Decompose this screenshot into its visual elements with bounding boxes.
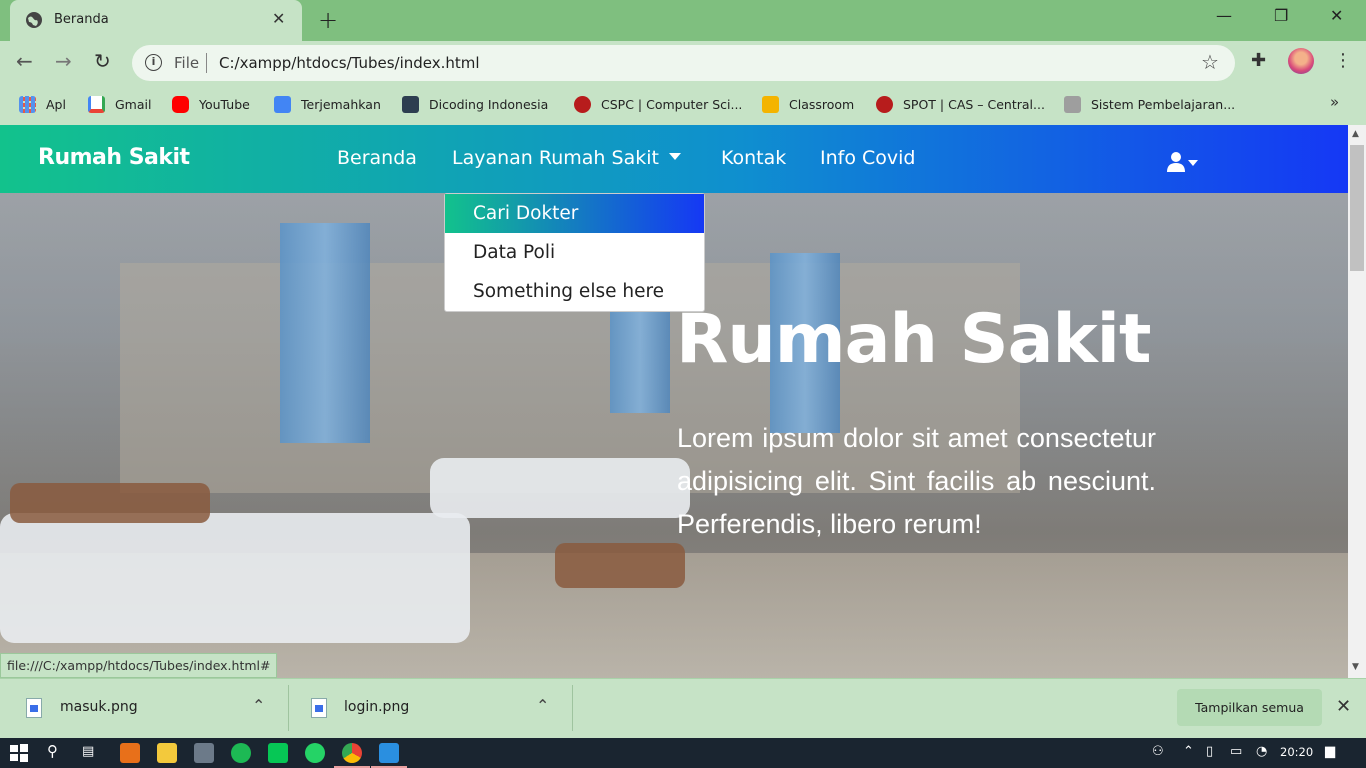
chevron-up-icon[interactable]: ⌃ <box>536 696 549 715</box>
window-close-icon[interactable]: ✕ <box>1330 6 1343 25</box>
people-icon[interactable]: ⚇ <box>1152 744 1164 759</box>
user-dropdown-icon[interactable] <box>1166 151 1200 173</box>
page-scrollbar[interactable]: ▲ ▼ <box>1348 125 1366 678</box>
bookmark-gmail[interactable]: Gmail <box>88 94 151 114</box>
hero-bed-panel <box>555 543 685 588</box>
bookmark-cspc[interactable]: CSPC | Computer Sci... <box>574 94 742 114</box>
whatsapp-icon[interactable] <box>305 743 325 763</box>
sublime-text-icon[interactable] <box>120 743 140 763</box>
extensions-icon[interactable]: ✚ <box>1251 50 1266 71</box>
scroll-down-icon[interactable]: ▼ <box>1352 662 1359 672</box>
link-status-bubble: file:///C:/xampp/htdocs/Tubes/index.html… <box>0 653 278 678</box>
nav-kontak[interactable]: Kontak <box>721 147 786 169</box>
bookmark-dicoding[interactable]: Dicoding Indonesia <box>402 94 548 114</box>
bookmark-classroom[interactable]: Classroom <box>762 94 854 114</box>
lms-icon <box>1064 95 1081 113</box>
nav-layanan-label: Layanan Rumah Sakit <box>452 147 659 169</box>
file-explorer-icon[interactable] <box>157 743 177 763</box>
bookmark-sistem-pembelajaran[interactable]: Sistem Pembelajaran... <box>1064 94 1235 114</box>
scroll-up-icon[interactable]: ▲ <box>1352 129 1359 139</box>
tab-title: Beranda <box>54 12 109 27</box>
bookmark-spot[interactable]: SPOT | CAS – Central... <box>876 94 1045 114</box>
hero-curtain <box>280 223 370 443</box>
site-brand[interactable]: Rumah Sakit <box>38 145 190 170</box>
bookmarks-bar: Apl Gmail YouTube Terjemahkan Dicoding I… <box>0 85 1366 125</box>
search-icon[interactable]: ⚲ <box>47 742 58 760</box>
back-icon[interactable]: ← <box>16 49 33 73</box>
youtube-icon <box>172 95 189 113</box>
close-shelf-icon[interactable]: ✕ <box>1336 696 1351 717</box>
device-icon[interactable]: ▯ <box>1206 744 1213 759</box>
url-divider <box>206 53 207 73</box>
line-icon[interactable] <box>268 743 288 763</box>
classroom-icon <box>762 95 779 113</box>
hero-bed <box>430 458 690 518</box>
battery-icon[interactable]: ▭ <box>1230 744 1242 759</box>
bookmark-terjemahkan[interactable]: Terjemahkan <box>274 94 381 114</box>
hero-description: Lorem ipsum dolor sit amet consectetur a… <box>677 423 1156 539</box>
bookmark-youtube[interactable]: YouTube <box>172 94 250 114</box>
telkom-icon <box>574 95 591 113</box>
tab-close-icon[interactable]: ✕ <box>272 9 285 28</box>
clock[interactable]: 20:20 <box>1280 745 1313 759</box>
chrome-icon[interactable] <box>342 743 362 763</box>
site-navbar: Rumah Sakit Beranda Layanan Rumah Sakit … <box>0 125 1348 193</box>
menu-kebab-icon[interactable]: ⋮ <box>1334 50 1352 71</box>
more-bookmarks-icon[interactable]: » <box>1330 93 1339 111</box>
vscode-icon[interactable] <box>379 743 399 763</box>
download-shelf: masuk.png ⌃ login.png ⌃ Tampilkan semua … <box>0 678 1366 738</box>
layanan-dropdown-menu: Cari Dokter Data Poli Something else her… <box>444 193 705 312</box>
translate-icon <box>274 95 291 113</box>
spotify-icon[interactable] <box>231 743 251 763</box>
scrollbar-thumb[interactable] <box>1350 145 1364 271</box>
dropdown-item-cari-dokter[interactable]: Cari Dokter <box>445 194 704 233</box>
file-icon <box>311 698 327 718</box>
windows-taskbar: ⚲ ▤ ⚇ ⌃ ▯ ▭ ◔ 20:20 ▆ <box>0 738 1366 768</box>
nav-beranda[interactable]: Beranda <box>337 147 417 169</box>
download-filename: login.png <box>344 699 410 715</box>
camera-icon[interactable] <box>194 743 214 763</box>
globe-icon <box>26 12 42 28</box>
new-tab-icon[interactable]: + <box>318 6 338 34</box>
windows-start-icon[interactable] <box>9 743 29 763</box>
nav-info-covid[interactable]: Info Covid <box>820 147 915 169</box>
telkom-icon <box>876 95 893 113</box>
download-divider <box>572 685 573 731</box>
download-filename: masuk.png <box>60 699 138 715</box>
task-view-icon[interactable]: ▤ <box>82 744 94 759</box>
download-item[interactable]: masuk.png ⌃ <box>0 679 288 739</box>
browser-tab-bar: Beranda ✕ + — ❐ ✕ <box>0 0 1366 41</box>
bookmark-star-icon[interactable]: ☆ <box>1201 50 1219 74</box>
address-bar[interactable]: i File C:/xampp/htdocs/Tubes/index.html … <box>132 45 1235 81</box>
restore-icon[interactable]: ❐ <box>1274 6 1288 25</box>
caret-down-icon <box>668 153 681 160</box>
url-text[interactable]: C:/xampp/htdocs/Tubes/index.html <box>219 54 480 72</box>
apps-grid-icon <box>19 95 36 113</box>
tray-expand-icon[interactable]: ⌃ <box>1183 744 1194 759</box>
notification-icon[interactable]: ▆ <box>1325 744 1335 759</box>
wifi-icon[interactable]: ◔ <box>1256 744 1267 759</box>
minimize-icon[interactable]: — <box>1216 6 1232 25</box>
download-item[interactable]: login.png ⌃ <box>288 679 572 739</box>
bookmark-apl[interactable]: Apl <box>19 94 66 114</box>
browser-tab[interactable]: Beranda ✕ <box>10 0 302 41</box>
forward-icon[interactable]: → <box>55 49 72 73</box>
browser-toolbar: ← → ↻ i File C:/xampp/htdocs/Tubes/index… <box>0 41 1366 85</box>
chevron-up-icon[interactable]: ⌃ <box>252 696 265 715</box>
hero-bed <box>0 513 470 643</box>
dicoding-icon <box>402 95 419 113</box>
dropdown-item-data-poli[interactable]: Data Poli <box>445 233 704 272</box>
nav-layanan-dropdown[interactable]: Layanan Rumah Sakit <box>452 147 681 169</box>
gmail-icon <box>88 95 105 113</box>
dropdown-item-something-else[interactable]: Something else here <box>445 272 704 311</box>
profile-avatar[interactable] <box>1288 48 1314 74</box>
site-info-icon[interactable]: i <box>145 54 162 71</box>
page-viewport: Rumah Sakit Lorem ipsum dolor sit amet c… <box>0 125 1348 678</box>
hero-bed-panel <box>10 483 210 523</box>
hero-title: Rumah Sakit <box>676 300 1151 379</box>
show-all-downloads-button[interactable]: Tampilkan semua <box>1177 689 1322 726</box>
url-scheme: File <box>174 54 200 72</box>
file-icon <box>26 698 42 718</box>
reload-icon[interactable]: ↻ <box>94 49 111 73</box>
